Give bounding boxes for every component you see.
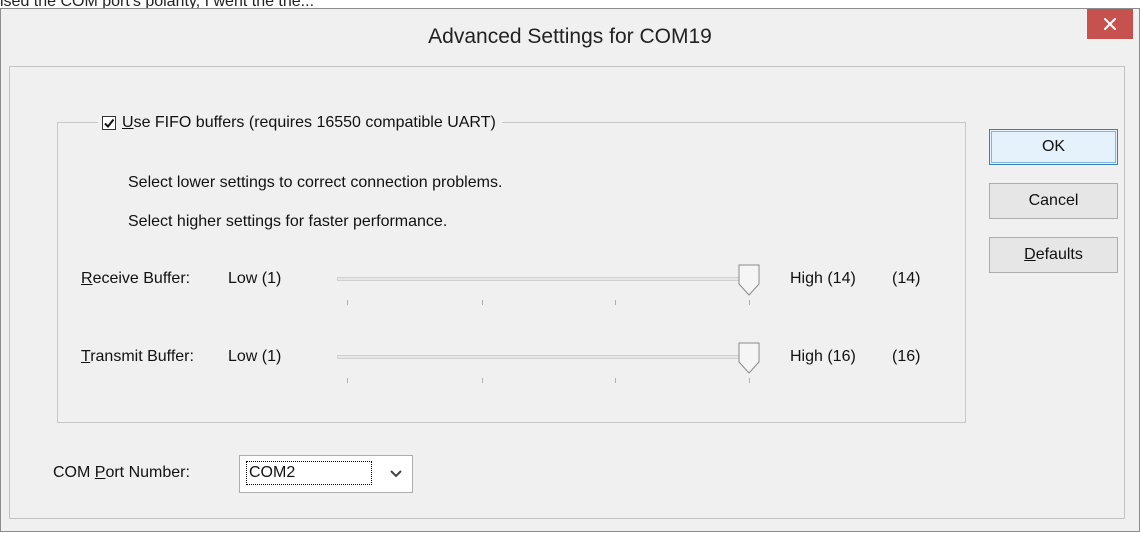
receive-tick xyxy=(615,300,616,305)
fifo-checkbox[interactable] xyxy=(102,116,116,130)
transmit-value-label: (16) xyxy=(892,348,921,365)
dialog-client-area: Use FIFO buffers (requires 16550 compati… xyxy=(9,66,1125,519)
com-port-select[interactable]: COM2 xyxy=(239,455,413,493)
defaults-accel: D xyxy=(1024,246,1036,263)
receive-buffer-label: Receive Buffer: xyxy=(81,270,191,287)
cancel-button[interactable]: Cancel xyxy=(989,183,1118,219)
receive-buffer-slider-thumb[interactable] xyxy=(738,264,760,296)
transmit-low-label: Low (1) xyxy=(228,348,282,365)
receive-low-label: Low (1) xyxy=(228,270,282,287)
title-bar[interactable]: Advanced Settings for COM19 xyxy=(1,9,1139,65)
ok-button[interactable]: OK xyxy=(989,129,1118,165)
com-port-label: COM Port Number: xyxy=(53,464,190,481)
close-button[interactable] xyxy=(1087,9,1133,39)
dialog-window: Advanced Settings for COM19 Use FIFO buf… xyxy=(0,8,1140,532)
fifo-checkbox-row[interactable]: Use FIFO buffers (requires 16550 compati… xyxy=(98,112,502,134)
receive-tick xyxy=(749,300,750,305)
defaults-label: efaults xyxy=(1035,246,1083,263)
transmit-buffer-label: Transmit Buffer: xyxy=(81,348,194,365)
transmit-buffer-track[interactable] xyxy=(337,355,757,359)
receive-high-label: High (14) xyxy=(790,270,856,287)
transmit-tick xyxy=(347,378,348,383)
info-text-higher: Select higher settings for faster perfor… xyxy=(128,213,448,230)
receive-tick xyxy=(347,300,348,305)
transmit-buffer-slider-thumb[interactable] xyxy=(738,342,760,374)
info-text-lower: Select lower settings to correct connect… xyxy=(128,174,503,191)
transmit-high-label: High (16) xyxy=(790,348,856,365)
defaults-button[interactable]: Defaults xyxy=(989,237,1118,273)
transmit-tick xyxy=(615,378,616,383)
chevron-down-icon[interactable] xyxy=(388,465,404,481)
close-icon xyxy=(1104,18,1116,30)
transmit-tick xyxy=(482,378,483,383)
receive-buffer-track[interactable] xyxy=(337,277,757,281)
transmit-tick xyxy=(749,378,750,383)
dialog-title: Advanced Settings for COM19 xyxy=(428,25,712,48)
checkmark-icon xyxy=(104,118,115,129)
receive-value-label: (14) xyxy=(892,270,921,287)
fifo-checkbox-label: Use FIFO buffers (requires 16550 compati… xyxy=(122,114,496,131)
com-port-selected-value: COM2 xyxy=(246,461,372,485)
receive-tick xyxy=(482,300,483,305)
